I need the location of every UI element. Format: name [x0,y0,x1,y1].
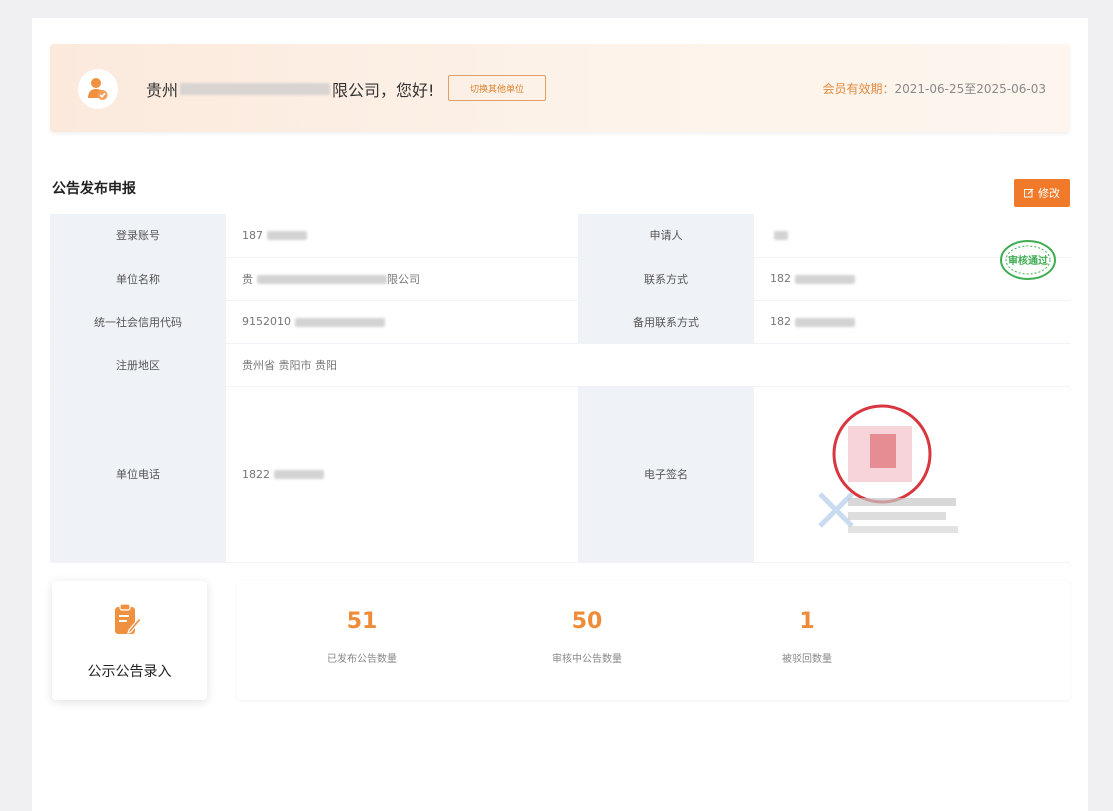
user-avatar-icon [78,69,118,109]
electronic-signature-seal [818,404,958,533]
membership-dates: 2021-06-25至2025-06-03 [894,82,1046,96]
main-card: 贵州 限公司，您好! 切换其他单位 会员有效期：2021-06-25至2025-… [32,18,1088,811]
approved-stamp-text: 审核通过 [1008,254,1048,267]
credit-code-label: 统一社会信用代码 [50,300,226,344]
unit-name-label: 单位名称 [50,257,226,301]
stat-published-value: 51 [346,609,378,634]
table-row: 统一社会信用代码 9152010 备用联系方式 182 [50,300,1070,344]
membership-label: 会员有效期： [822,82,895,96]
edit-button-label: 修改 [1038,187,1060,200]
applicant-label: 申请人 [578,214,754,258]
stat-reviewing-value: 50 [571,609,603,634]
table-row: 单位名称 贵限公司 联系方式 182 [50,257,1070,301]
stat-reviewing-label: 审核中公告数量 [552,654,622,665]
company-greeting: 贵州 限公司，您好! [146,77,434,101]
approved-stamp-icon: 审核通过 [1000,240,1056,280]
login-account-value: 187 [226,214,578,258]
stat-reviewing[interactable]: 50 审核中公告数量 [517,609,657,665]
announcement-entry-card[interactable]: 公示公告录入 [52,581,207,700]
stat-rejected-value: 1 [799,609,815,634]
clipboard-edit-icon [115,603,142,634]
backup-contact-label: 备用联系方式 [578,300,754,344]
edit-icon [1024,188,1034,198]
section-title: 公告发布申报 [52,181,136,197]
region-label: 注册地区 [50,343,226,387]
esign-label: 电子签名 [578,386,754,563]
unit-name-value: 贵限公司 [226,257,578,301]
credit-code-value: 9152010 [226,300,578,344]
stat-rejected-label: 被驳回数量 [782,654,832,665]
membership-period: 会员有效期：2021-06-25至2025-06-03 [823,80,1047,97]
stat-published-label: 已发布公告数量 [327,654,397,665]
table-row: 登录账号 187 申请人 [50,214,1070,258]
phone-value: 1822 [226,386,578,563]
contact-label: 联系方式 [578,257,754,301]
edit-button[interactable]: 修改 [1014,179,1070,207]
backup-contact-value: 182 [754,300,1070,344]
stat-published[interactable]: 51 已发布公告数量 [292,609,432,665]
announcement-entry-label: 公示公告录入 [87,664,172,680]
region-value: 贵州省 贵阳市 贵阳 [226,343,578,387]
table-row: 注册地区 贵州省 贵阳市 贵阳 [50,343,1070,387]
switch-unit-button[interactable]: 切换其他单位 [448,75,546,101]
welcome-banner: 贵州 限公司，您好! 切换其他单位 会员有效期：2021-06-25至2025-… [50,44,1070,132]
company-prefix: 贵州 [146,81,179,100]
phone-label: 单位电话 [50,386,226,563]
announcement-stats: 51 已发布公告数量 50 审核中公告数量 1 被驳回数量 [237,581,1070,700]
login-account-label: 登录账号 [50,214,226,258]
stat-rejected[interactable]: 1 被驳回数量 [737,609,877,665]
empty-cell [578,343,1070,387]
company-suffix: 限公司，您好! [332,81,435,100]
redacted-company-name [180,83,331,95]
